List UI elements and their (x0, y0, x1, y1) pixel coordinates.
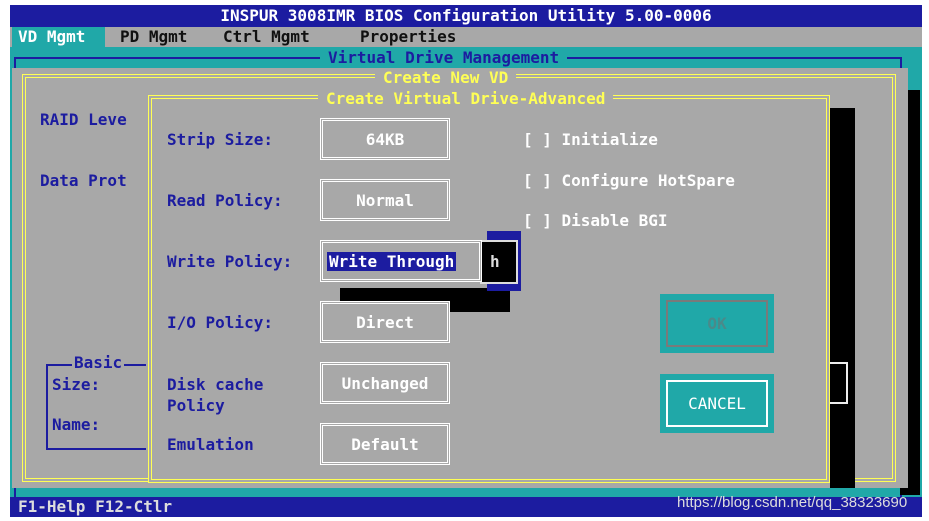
menu-properties[interactable]: Properties (360, 27, 456, 47)
menu-bar: VD Mgmt PD Mgmt Ctrl Mgmt Properties (10, 27, 922, 47)
emulation-value: Default (351, 434, 419, 454)
status-text: F1-Help F12-Ctlr (18, 497, 173, 516)
disk-cache-policy-value: Unchanged (341, 373, 429, 393)
configure-hotspare-checkbox[interactable]: [ ] Configure HotSpare (523, 171, 735, 190)
io-policy-label: I/O Policy: (167, 313, 273, 332)
watermark: https://blog.csdn.net/qq_38323690 (677, 494, 908, 511)
strip-size-label: Strip Size: (167, 130, 273, 149)
read-policy-label: Read Policy: (167, 191, 283, 210)
emulation-label: Emulation (167, 435, 254, 454)
basic-group-title: Basic (72, 353, 125, 372)
create-vd-title: Create New VD (375, 68, 517, 87)
emulation-select[interactable]: Default (320, 423, 450, 465)
write-policy-label: Write Policy: (167, 252, 293, 271)
io-policy-value: Direct (356, 312, 414, 332)
dropdown-inner: h (480, 240, 518, 284)
strip-size-select[interactable]: 64KB (320, 118, 450, 160)
write-policy-select[interactable]: Write Through (320, 240, 482, 282)
menu-ctrl-mgmt[interactable]: Ctrl Mgmt (223, 27, 310, 47)
disk-cache-policy-select[interactable]: Unchanged (320, 362, 450, 404)
ok-label: OK (707, 314, 727, 333)
read-policy-select[interactable]: Normal (320, 179, 450, 221)
cancel-button[interactable]: CANCEL (660, 374, 774, 433)
read-policy-value: Normal (356, 190, 414, 210)
disk-cache-policy-label: Disk cache Policy (167, 375, 264, 415)
size-label: Size: (52, 375, 101, 394)
vd-frame-title: Virtual Drive Management (320, 48, 568, 67)
raid-level-label: RAID Leve (40, 110, 127, 129)
shadow (830, 108, 855, 488)
advanced-dialog-title: Create Virtual Drive-Advanced (318, 89, 614, 108)
menu-vd-mgmt[interactable]: VD Mgmt (12, 27, 105, 47)
cancel-label: CANCEL (688, 394, 746, 413)
menu-pd-mgmt[interactable]: PD Mgmt (120, 27, 187, 47)
name-label: Name: (52, 415, 101, 434)
data-protection-label: Data Prot (40, 171, 127, 190)
io-policy-select[interactable]: Direct (320, 301, 450, 343)
ok-button[interactable]: OK (660, 294, 774, 353)
strip-size-value: 64KB (365, 129, 405, 149)
disable-bgi-checkbox[interactable]: [ ] Disable BGI (523, 211, 668, 230)
initialize-checkbox[interactable]: [ ] Initialize (523, 130, 658, 149)
dropdown-fragment: h (490, 252, 500, 271)
title-bar: INSPUR 3008IMR BIOS Configuration Utilit… (10, 5, 922, 27)
write-policy-value: Write Through (327, 251, 457, 271)
